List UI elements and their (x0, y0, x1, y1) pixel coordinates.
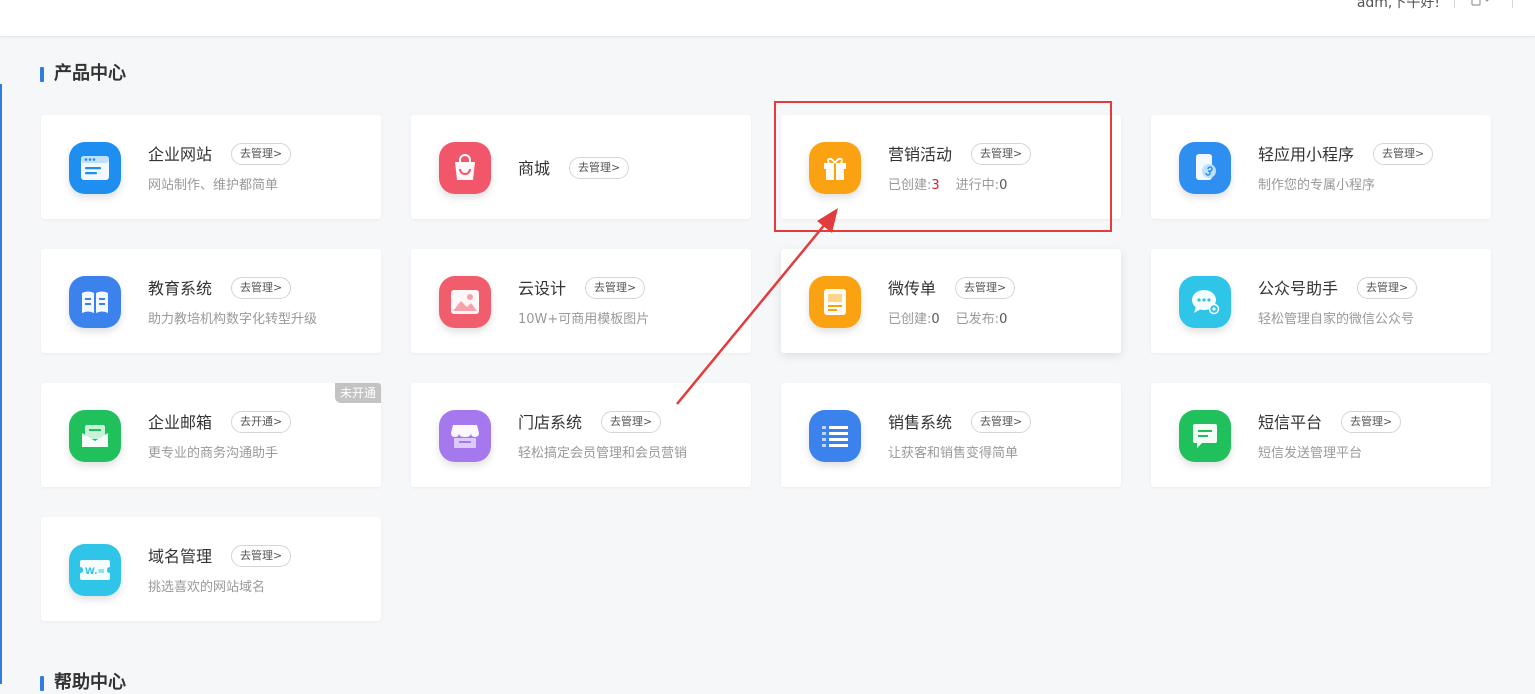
product-card-sms-platform[interactable]: 短信平台 去管理> 短信发送管理平台 (1151, 383, 1491, 487)
card-title: 门店系统 (518, 413, 583, 432)
product-card-education[interactable]: 教育系统 去管理> 助力教培机构数字化转型升级 (41, 249, 381, 353)
mail-icon (69, 410, 121, 462)
card-description: 轻松管理自家的微信公众号 (1258, 312, 1415, 327)
card-title: 公众号助手 (1258, 279, 1339, 298)
manage-button[interactable]: 去管理> (971, 143, 1032, 165)
product-card-store-system[interactable]: 门店系统 去管理> 轻松搞定会员管理和会员营销 (411, 383, 751, 487)
store-icon (439, 410, 491, 462)
manage-button[interactable]: 去管理> (231, 545, 292, 567)
card-description: 制作您的专属小程序 (1258, 178, 1376, 193)
card-title: 企业邮箱 (148, 413, 213, 432)
card-description: 挑选喜欢的网站域名 (148, 580, 266, 595)
domain-icon: W.= (69, 544, 121, 596)
stat-label: 已创建: (888, 312, 932, 327)
stat-value: 0 (999, 312, 1008, 327)
user-greeting[interactable]: adm,下午好! (1357, 0, 1440, 12)
card-stats: 已创建:3 进行中:0 (888, 178, 1007, 194)
website-icon (69, 142, 121, 194)
card-title: 商城 (518, 159, 551, 178)
stat-value: 0 (931, 312, 940, 327)
card-title: 微传单 (888, 279, 937, 298)
stat-value: 0 (999, 178, 1008, 193)
book-icon (69, 276, 121, 328)
card-description: 短信发送管理平台 (1258, 446, 1363, 461)
manage-button[interactable]: 去管理> (601, 411, 662, 433)
card-title: 短信平台 (1258, 413, 1323, 432)
card-title: 销售系统 (888, 413, 953, 432)
manage-button[interactable]: 去管理> (955, 277, 1016, 299)
card-description: 轻松搞定会员管理和会员营销 (518, 446, 688, 461)
stat-value: 3 (931, 178, 940, 193)
stat-label: 已发布: (955, 312, 1000, 327)
stat-label: 已创建: (888, 178, 932, 193)
product-card-domain-management[interactable]: W.= 域名管理 去管理> 挑选喜欢的网站域名 (41, 517, 381, 621)
product-card-mini-program[interactable]: 轻应用小程序 去管理> 制作您的专属小程序 (1151, 115, 1491, 219)
flyer-icon (809, 276, 861, 328)
left-accent-bar (0, 84, 2, 684)
list-icon (809, 410, 861, 462)
section-title-product-center: 产品中心 (40, 63, 126, 85)
shopping-bag-icon (439, 142, 491, 194)
product-card-website[interactable]: 企业网站 去管理> 网站制作、维护都简单 (41, 115, 381, 219)
card-description: 网站制作、维护都简单 (148, 178, 279, 193)
card-description: 更专业的商务沟通助手 (148, 446, 279, 461)
card-title: 域名管理 (148, 547, 213, 566)
wechat-icon (1179, 276, 1231, 328)
product-card-enterprise-mail[interactable]: 未开通 企业邮箱 去开通> 更专业的商务沟通助手 (41, 383, 381, 487)
card-title: 云设计 (518, 279, 567, 298)
activate-button[interactable]: 去开通> (231, 411, 292, 433)
mini-program-icon (1179, 142, 1231, 194)
sms-icon (1179, 410, 1231, 462)
gift-icon (809, 142, 861, 194)
stat-label: 进行中: (955, 178, 1000, 193)
section-title-help-center: 帮助中心 (40, 672, 126, 694)
card-title: 营销活动 (888, 145, 953, 164)
product-card-micro-flyer[interactable]: 微传单 去管理> 已创建:0 已发布:0 (781, 249, 1121, 353)
manage-button[interactable]: 去管理> (569, 157, 630, 179)
manage-button[interactable]: 去管理> (231, 143, 292, 165)
card-title: 企业网站 (148, 145, 213, 164)
manage-button[interactable]: 去管理> (1373, 143, 1434, 165)
svg-text:W.=: W.= (85, 567, 105, 577)
product-card-sales-system[interactable]: 销售系统 去管理> 让获客和销售变得简单 (781, 383, 1121, 487)
divider (1512, 0, 1513, 8)
product-card-wechat-assistant[interactable]: 公众号助手 去管理> 轻松管理自家的微信公众号 (1151, 249, 1491, 353)
product-card-mall[interactable]: 商城 去管理> (411, 115, 751, 219)
manage-button[interactable]: 去管理> (585, 277, 646, 299)
top-bar: adm,下午好! (0, 0, 1535, 37)
divider (1454, 0, 1455, 8)
card-description: 让获客和销售变得简单 (888, 446, 1019, 461)
card-description: 10W+可商用模板图片 (518, 312, 650, 327)
manage-button[interactable]: 去管理> (971, 411, 1032, 433)
card-stats: 已创建:0 已发布:0 (888, 312, 1007, 328)
card-title: 教育系统 (148, 279, 213, 298)
image-icon (439, 276, 491, 328)
card-description: 助力教培机构数字化转型升级 (148, 312, 318, 327)
manage-button[interactable]: 去管理> (1357, 277, 1418, 299)
manage-button[interactable]: 去管理> (1341, 411, 1402, 433)
status-badge: 未开通 (334, 383, 381, 403)
product-card-marketing[interactable]: 营销活动 去管理> 已创建:3 进行中:0 (781, 115, 1121, 219)
device-icon[interactable] (1471, 0, 1493, 11)
card-title: 轻应用小程序 (1258, 145, 1355, 164)
manage-button[interactable]: 去管理> (231, 277, 292, 299)
product-card-cloud-design[interactable]: 云设计 去管理> 10W+可商用模板图片 (411, 249, 751, 353)
